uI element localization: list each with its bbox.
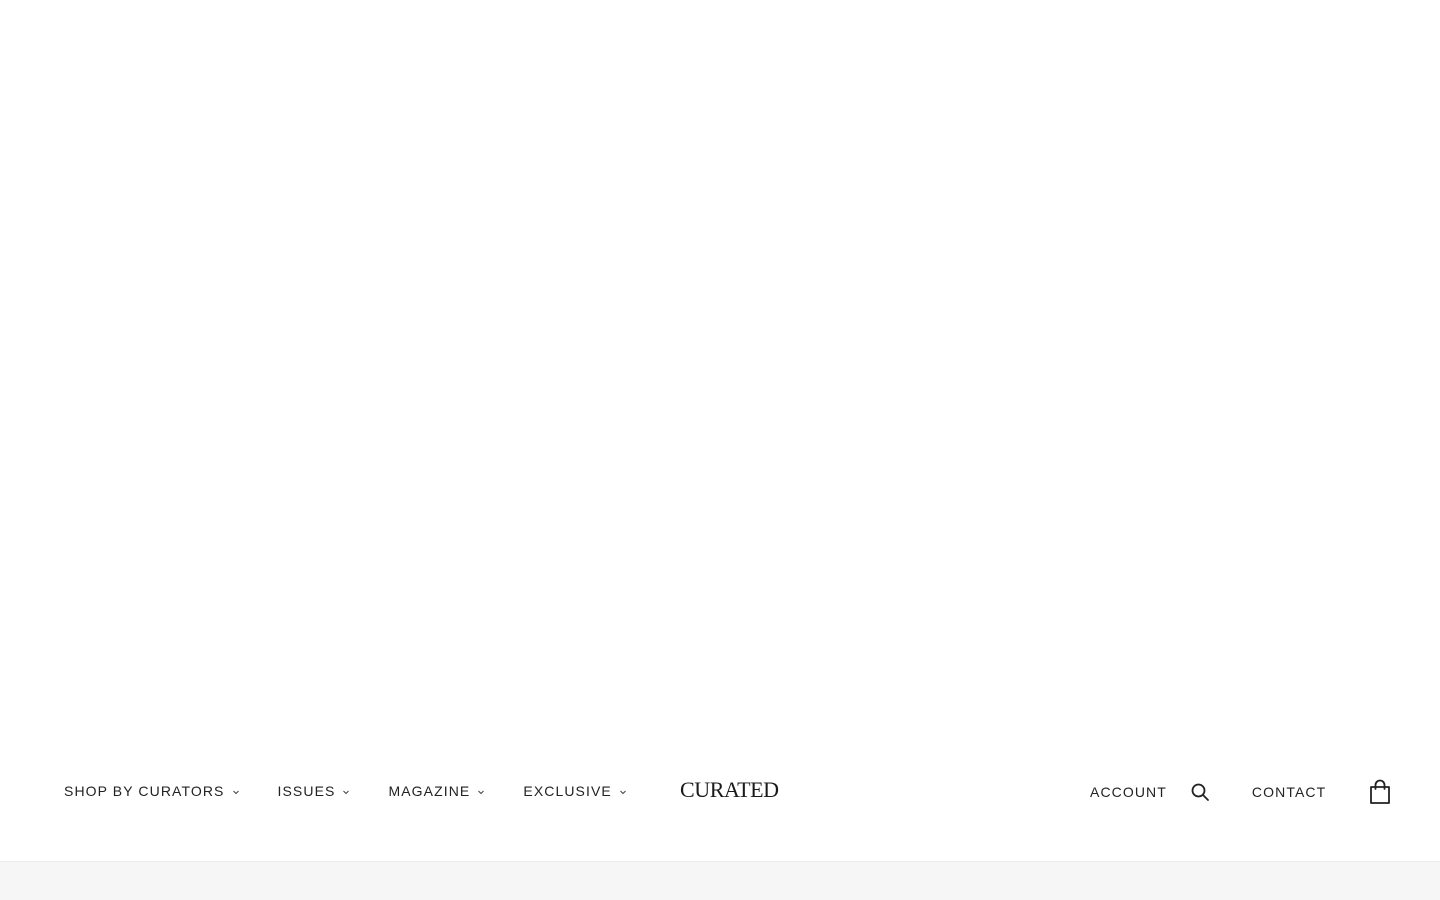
search-button[interactable] xyxy=(1189,781,1211,803)
header-actions: ACCOUNT CONTACT xyxy=(1090,779,1392,805)
nav-item-label: SHOP BY CURATORS xyxy=(64,783,225,799)
main-nav: SHOP BY CURATORS ISSUES MAGAZINE EXCLUSI… xyxy=(64,780,628,802)
content-strip xyxy=(0,862,1440,900)
chevron-down-icon xyxy=(343,790,350,795)
nav-item-issues[interactable]: ISSUES xyxy=(278,783,352,799)
account-link[interactable]: ACCOUNT xyxy=(1090,784,1167,800)
hero-area xyxy=(0,0,1440,740)
page: SHOP BY CURATORS ISSUES MAGAZINE EXCLUSI… xyxy=(0,0,1440,900)
shopping-bag-icon xyxy=(1370,779,1391,804)
nav-item-shop-by-curators[interactable]: SHOP BY CURATORS xyxy=(64,783,241,799)
nav-item-label: ISSUES xyxy=(277,783,336,799)
chevron-down-icon xyxy=(232,790,239,795)
search-icon xyxy=(1191,783,1209,801)
chevron-down-icon xyxy=(478,790,485,795)
nav-item-exclusive[interactable]: EXCLUSIVE xyxy=(523,783,628,799)
cart-button[interactable] xyxy=(1368,779,1392,805)
chevron-down-icon xyxy=(620,790,626,795)
site-header: SHOP BY CURATORS ISSUES MAGAZINE EXCLUSI… xyxy=(0,740,1440,862)
contact-link[interactable]: CONTACT xyxy=(1252,784,1326,800)
nav-item-label: MAGAZINE xyxy=(388,783,471,799)
site-logo[interactable]: CURATED xyxy=(680,777,779,803)
nav-item-magazine[interactable]: MAGAZINE xyxy=(388,783,486,799)
nav-item-label: EXCLUSIVE xyxy=(523,783,612,799)
